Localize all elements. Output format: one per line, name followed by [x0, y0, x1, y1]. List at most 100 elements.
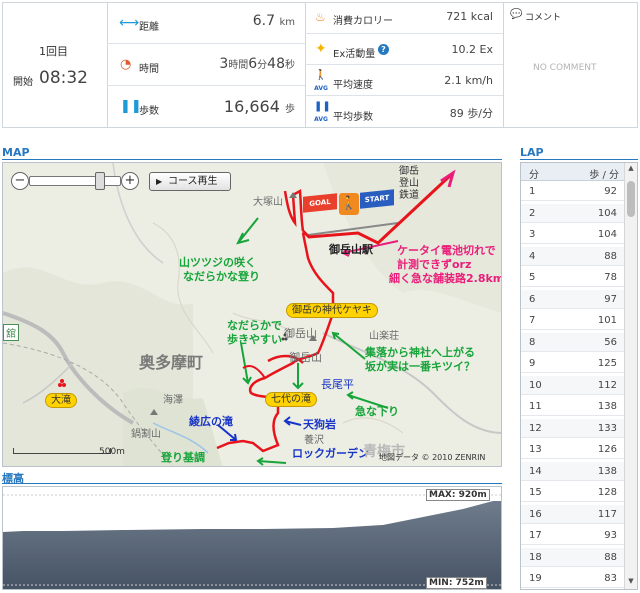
- note-nadaraka: なだらかで 歩きやすい: [227, 319, 282, 347]
- tag-otaki: 大滝: [45, 393, 77, 408]
- lap-row: 7 101: [521, 311, 625, 330]
- comment-label: コメント: [525, 13, 562, 23]
- label-okutama: 奥多摩町: [139, 353, 204, 372]
- lap-pace: 83: [604, 573, 617, 584]
- lap-scrollbar[interactable]: ▲ ▼: [624, 163, 637, 589]
- lap-minute: 13: [529, 444, 542, 455]
- steps-unit: 歩: [285, 104, 295, 115]
- help-icon[interactable]: ?: [378, 44, 389, 55]
- lap-row: 12 133: [521, 418, 625, 438]
- distance-icon: ⟷: [119, 15, 140, 31]
- lap-pace: 128: [597, 487, 617, 498]
- lap-minute: 11: [529, 401, 542, 412]
- label-kan: 舘: [3, 324, 19, 341]
- label-mitakesan: 御岳山: [284, 327, 317, 340]
- label-sansoso: 山楽荘: [369, 331, 399, 342]
- note-nadaraka-line1: なだらかで: [227, 319, 282, 332]
- zoom-out-button[interactable]: −: [11, 172, 29, 190]
- start-label: 開始: [13, 77, 33, 88]
- scale-label: 500m: [99, 447, 125, 457]
- label-otsukayama: 大塚山: [253, 197, 283, 208]
- elevation-min-label: MIN: 752m: [426, 577, 487, 589]
- comment-icon: 💬: [510, 9, 523, 20]
- time-minutes-unit: 分: [257, 60, 268, 71]
- map-copyright: 地図データ © 2010 ZENRIN: [379, 453, 486, 462]
- time-minutes: 6: [248, 56, 258, 72]
- zoom-track[interactable]: [29, 176, 121, 186]
- lap-minute: 7: [529, 315, 536, 326]
- zoom-control: − +: [11, 171, 141, 191]
- lap-pace: 56: [604, 336, 617, 348]
- lap-row: 3 104: [521, 225, 625, 244]
- note-tsutsuji-line2: なだらかな登り: [183, 270, 260, 283]
- lap-minute: 16: [529, 508, 542, 520]
- lap-pace: 92: [604, 186, 617, 197]
- lap-table[interactable]: 分 歩 / 分 1 92 2 104 3 104 4 88 5 78 6 97 7 101 8 56 9 125 1…: [520, 162, 638, 590]
- lap-col-pace: 歩 / 分: [589, 170, 619, 181]
- note-jinja-line2: 坂が実は一番キツイ？: [365, 360, 475, 373]
- lap-pace: 138: [597, 465, 617, 477]
- steps-avg-icon: ❚❚ AVG: [314, 101, 331, 123]
- map-title: MAP: [2, 146, 30, 159]
- tag-nanayo: 七代の滝: [265, 392, 317, 407]
- label-tengu: 天狗岩: [303, 418, 336, 431]
- label-railway: 御岳登山鉄道: [399, 166, 419, 201]
- session-count: 1回目: [39, 45, 68, 58]
- tag-keyaki: 御岳の神代ケヤキ: [286, 303, 378, 318]
- lap-col-minute: 分: [529, 170, 539, 181]
- lap-row: 13 126: [521, 440, 625, 459]
- time-hours-unit: 時間: [228, 60, 249, 71]
- lap-pace: 126: [597, 444, 617, 455]
- scroll-thumb[interactable]: [627, 181, 635, 217]
- note-keitai-line2: 計測できずorz: [397, 258, 472, 271]
- steps-label: 歩数: [139, 106, 159, 117]
- avg-badge-2: AVG: [314, 116, 328, 123]
- note-kyuu: 急な下り: [355, 405, 399, 418]
- lap-minute: 18: [529, 551, 542, 563]
- sparkle-icon: ✦: [315, 41, 327, 57]
- scroll-down-arrow[interactable]: ▼: [626, 577, 636, 587]
- lap-header: 分 歩 / 分: [521, 163, 625, 181]
- lap-row: 10 112: [521, 375, 625, 395]
- lap-row: 9 125: [521, 354, 625, 373]
- play-icon: ▶: [156, 177, 163, 186]
- lap-minute: 2: [529, 207, 536, 219]
- zoom-in-button[interactable]: +: [121, 172, 139, 190]
- clock-icon: ◔: [120, 57, 132, 72]
- lap-minute: 3: [529, 229, 536, 240]
- label-station: 御岳山駅: [329, 243, 373, 256]
- elevation-max-label: MAX: 920m: [426, 489, 490, 501]
- note-jinja: 集落から神社へ上がる 坂が実は一番キツイ？: [365, 346, 475, 374]
- steps-value: 16,664 歩: [173, 97, 295, 116]
- calorie-label: 消費カロリー: [333, 16, 393, 27]
- pace-label: 平均歩数: [333, 112, 373, 123]
- note-keitai-line3: 細く急な舗装路2.8km: [389, 272, 502, 285]
- lap-row: 19 83: [521, 569, 625, 588]
- lap-minute: 8: [529, 336, 536, 348]
- lap-row: 17 93: [521, 526, 625, 545]
- route-map[interactable]: − + ▶ コース再生 GOAL 🚶 START 大塚山 御岳山駅 御岳登山鉄道…: [2, 162, 502, 467]
- time-value: 3時間6分48秒: [173, 56, 295, 72]
- course-play-button[interactable]: ▶ コース再生: [149, 172, 231, 191]
- distance-value: 6.7 km: [203, 13, 295, 29]
- scale-bar: [13, 448, 111, 454]
- lap-row: 15 128: [521, 483, 625, 502]
- lap-pace: 117: [597, 508, 617, 520]
- lap-pace: 101: [597, 315, 617, 326]
- lap-pace: 88: [604, 551, 617, 563]
- lap-minute: 17: [529, 530, 542, 541]
- course-play-label: コース再生: [168, 176, 218, 187]
- lap-minute: 12: [529, 422, 542, 434]
- zoom-thumb[interactable]: [95, 172, 105, 190]
- lap-minute: 5: [529, 272, 536, 283]
- lap-row: 16 117: [521, 504, 625, 524]
- walker-icon: 🚶: [339, 193, 359, 215]
- start-time: 08:32: [39, 68, 88, 88]
- speed-label: 平均速度: [333, 80, 373, 91]
- note-tsutsuji: 山ツツジの咲く なだらかな登り: [179, 256, 260, 284]
- scroll-up-arrow[interactable]: ▲: [626, 164, 636, 174]
- calorie-value: 721 kcal: [446, 10, 493, 23]
- lap-minute: 19: [529, 573, 542, 584]
- time-label: 時間: [139, 64, 159, 75]
- lap-row: 18 88: [521, 547, 625, 567]
